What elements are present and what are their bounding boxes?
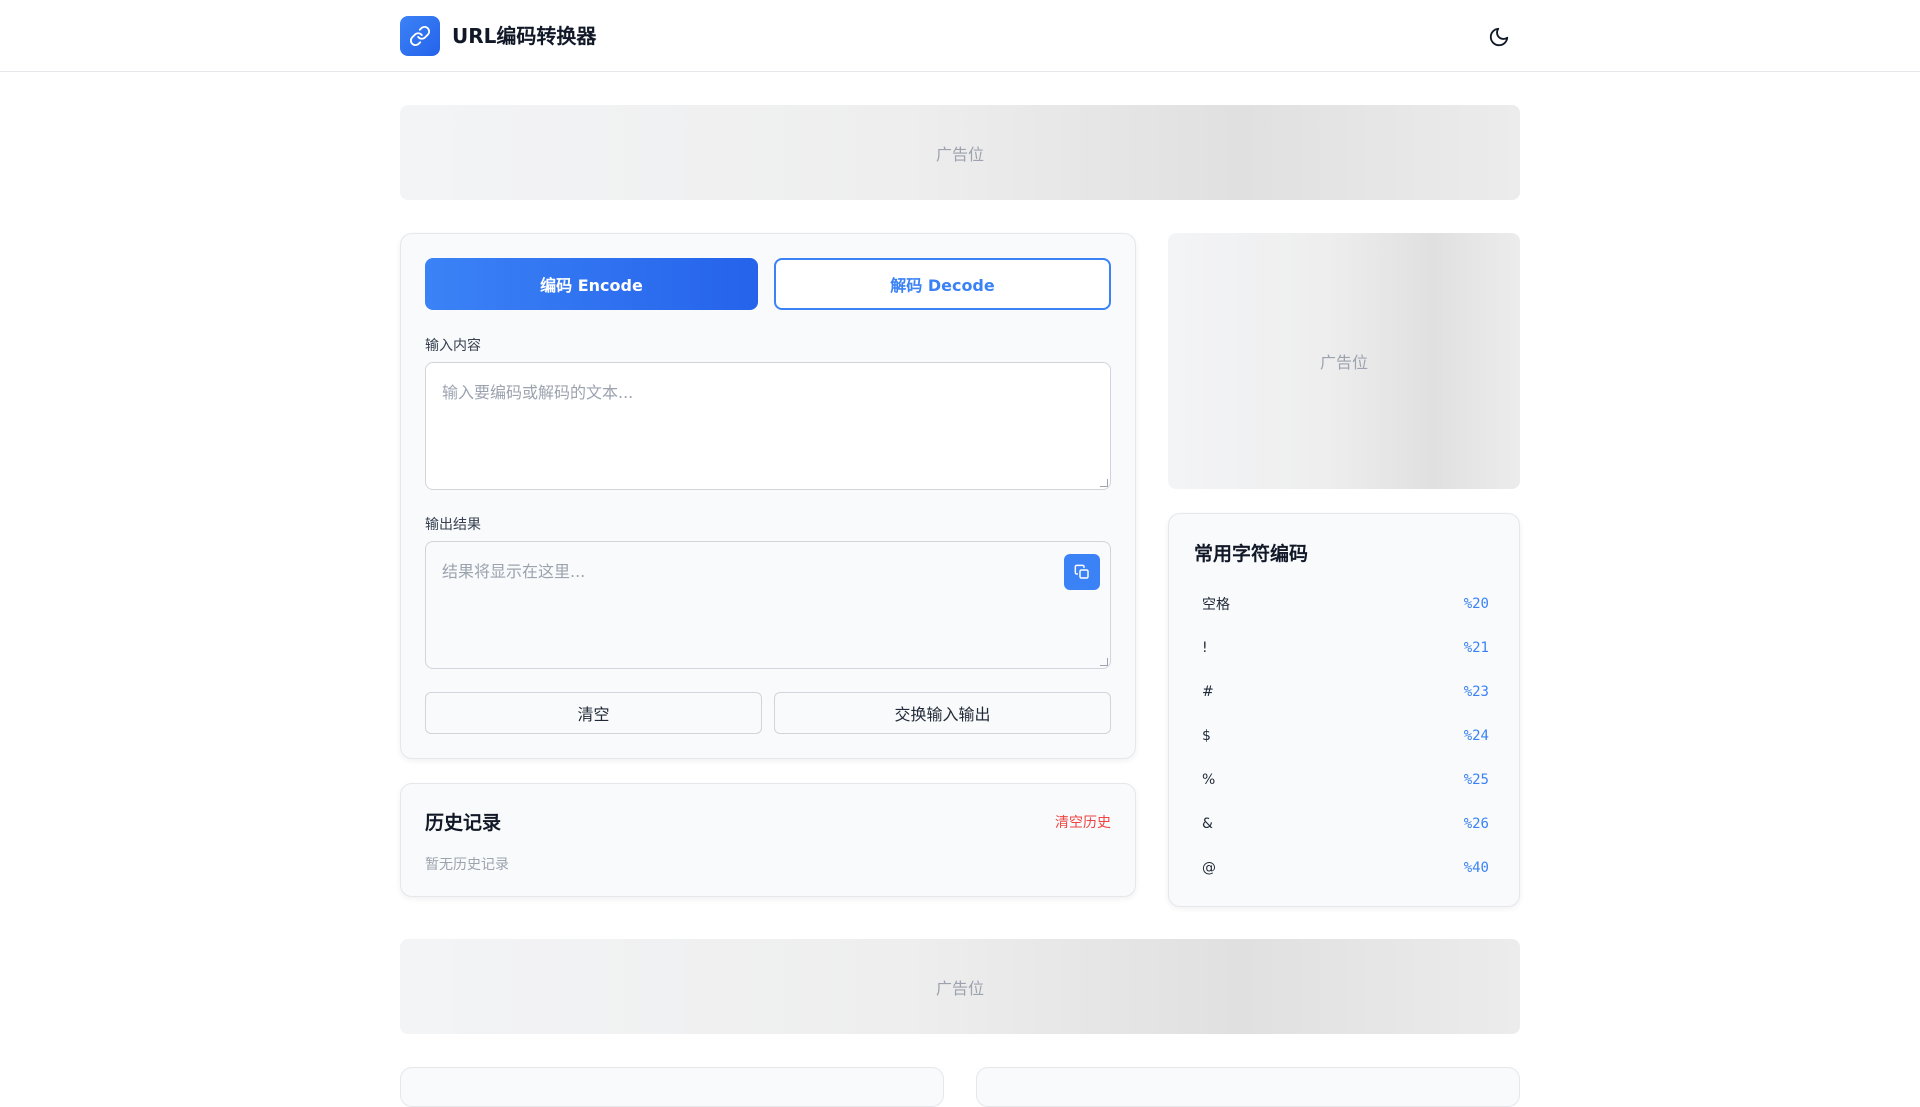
ad-label: 广告位 (1319, 353, 1368, 372)
char-row[interactable]: @ %40 (1194, 846, 1497, 890)
char-code: %20 (1463, 596, 1489, 612)
char-row[interactable]: % %25 (1194, 758, 1497, 802)
ad-label: 广告位 (935, 144, 984, 164)
char-code: %40 (1463, 860, 1489, 876)
history-title: 历史记录 (425, 812, 502, 834)
char-row[interactable]: 空格 %20 (1194, 582, 1497, 626)
char-symbol: $ (1202, 728, 1211, 744)
char-symbol: ! (1202, 640, 1208, 656)
resize-handle[interactable] (1100, 479, 1108, 487)
resize-handle[interactable] (1100, 658, 1108, 666)
char-code: %21 (1463, 640, 1489, 656)
history-card: 历史记录 清空历史 暂无历史记录 (400, 783, 1136, 897)
top-header: URL编码转换器 (0, 0, 1920, 72)
char-row[interactable]: $ %24 (1194, 714, 1497, 758)
char-symbol: @ (1202, 860, 1216, 876)
char-row[interactable]: & %26 (1194, 802, 1497, 846)
char-symbol: % (1202, 772, 1216, 788)
copy-icon (1074, 564, 1089, 579)
char-row[interactable]: ! %21 (1194, 626, 1497, 670)
common-chars-title: 常用字符编码 (1194, 543, 1309, 565)
copy-button[interactable] (1064, 554, 1100, 590)
converter-card: 编码 Encode 解码 Decode 输入内容 输入要编码或解码的文本... … (400, 233, 1136, 759)
char-code: %23 (1463, 684, 1489, 700)
clear-button[interactable]: 清空 (425, 692, 762, 734)
ad-label: 广告位 (935, 978, 984, 998)
input-label: 输入内容 (425, 338, 481, 354)
ad-banner-side[interactable]: 广告位 (1168, 233, 1520, 489)
char-symbol: & (1202, 816, 1213, 832)
output-textarea[interactable]: 结果将显示在这里... (425, 541, 1111, 669)
output-label: 输出结果 (425, 517, 481, 533)
clear-history-link[interactable]: 清空历史 (1055, 812, 1111, 832)
char-symbol: # (1202, 684, 1214, 700)
input-textarea[interactable]: 输入要编码或解码的文本... (425, 362, 1111, 490)
info-card-right (976, 1067, 1520, 1107)
theme-toggle-button[interactable] (1484, 22, 1514, 52)
decode-button[interactable]: 解码 Decode (774, 258, 1111, 310)
char-row[interactable]: # %23 (1194, 670, 1497, 714)
moon-icon (1489, 27, 1509, 47)
link-icon (409, 25, 431, 47)
common-chars-card: 常用字符编码 空格 %20 ! %21 # %23 $ %24 % %25 & … (1168, 513, 1520, 907)
char-code: %24 (1463, 728, 1489, 744)
char-symbol: 空格 (1202, 597, 1230, 613)
app-title: URL编码转换器 (452, 24, 597, 48)
ad-banner-top[interactable]: 广告位 (400, 105, 1520, 200)
char-list: 空格 %20 ! %21 # %23 $ %24 % %25 & %26 @ %… (1194, 582, 1497, 890)
info-card-left (400, 1067, 944, 1107)
app-logo[interactable] (400, 16, 440, 56)
input-placeholder: 输入要编码或解码的文本... (442, 383, 634, 402)
char-code: %26 (1463, 816, 1489, 832)
history-empty-text: 暂无历史记录 (425, 857, 509, 873)
ad-banner-bottom[interactable]: 广告位 (400, 939, 1520, 1034)
char-code: %25 (1463, 772, 1489, 788)
output-placeholder: 结果将显示在这里... (442, 562, 586, 581)
swap-button[interactable]: 交换输入输出 (774, 692, 1111, 734)
encode-button[interactable]: 编码 Encode (425, 258, 758, 310)
